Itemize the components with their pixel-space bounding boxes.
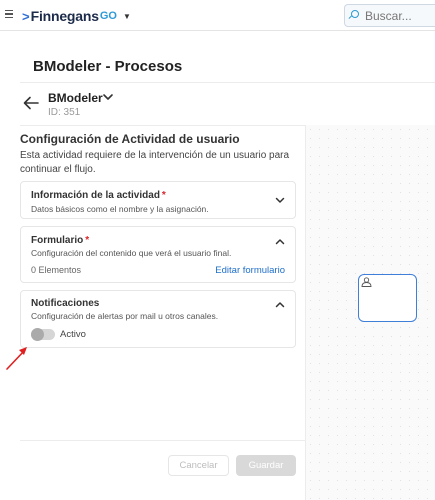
save-button[interactable]: Guardar [236, 455, 296, 476]
user-task-node[interactable] [358, 274, 417, 322]
required-marker: * [161, 190, 166, 201]
form-elements-count: 0 Elementos [31, 265, 82, 275]
annotation-arrow-icon [6, 347, 27, 370]
activity-config-title: Configuración de Actividad de usuario [20, 132, 240, 146]
content-divider [20, 125, 305, 126]
search-input[interactable] [365, 8, 435, 23]
search-icon [348, 10, 360, 21]
user-task-icon [361, 277, 372, 287]
notifications-subtitle: Configuración de alertas por mail u otro… [31, 311, 219, 321]
top-bar: > Finnegans GO ▼ [0, 0, 435, 31]
app-logo[interactable]: > Finnegans GO ▼ [22, 8, 131, 24]
page-title: BModeler - Procesos [33, 58, 183, 75]
logo-suffix: GO [99, 10, 117, 22]
chevron-down-icon[interactable] [275, 197, 285, 204]
app-switcher-caret-icon[interactable]: ▼ [123, 12, 131, 21]
logo-text: Finnegans [30, 8, 99, 24]
process-selector-chevron-icon[interactable] [102, 92, 114, 102]
notifications-card[interactable]: Notificaciones Configuración de alertas … [20, 290, 296, 348]
required-marker: * [85, 235, 90, 246]
edit-form-link[interactable]: Editar formulario [215, 265, 285, 276]
process-id: ID: 351 [48, 107, 81, 118]
title-divider [20, 82, 435, 83]
activity-info-subtitle: Datos básicos como el nombre y la asigna… [31, 204, 209, 214]
hamburger-menu-icon[interactable] [5, 10, 13, 18]
chevron-up-icon[interactable] [275, 238, 285, 245]
back-arrow-icon[interactable] [23, 96, 39, 110]
cancel-button[interactable]: Cancelar [168, 455, 229, 476]
notifications-title: Notificaciones [31, 298, 100, 309]
chevron-up-icon[interactable] [275, 301, 285, 308]
footer-divider [20, 440, 305, 441]
search-box[interactable] [344, 4, 435, 27]
activity-info-title: Información de la actividad * [31, 190, 166, 201]
logo-chevron: > [22, 8, 30, 24]
form-card[interactable]: Formulario * Configuración del contenido … [20, 226, 296, 283]
notifications-toggle[interactable] [31, 328, 55, 341]
form-subtitle: Configuración del contenido que verá el … [31, 248, 232, 258]
activity-config-description: Esta actividad requiere de la intervenci… [20, 150, 290, 175]
notifications-toggle-label: Activo [60, 329, 86, 340]
form-title: Formulario * [31, 235, 90, 246]
toggle-knob [31, 328, 44, 341]
activity-info-card[interactable]: Información de la actividad * Datos básic… [20, 181, 296, 219]
process-name: BModeler [48, 91, 103, 105]
